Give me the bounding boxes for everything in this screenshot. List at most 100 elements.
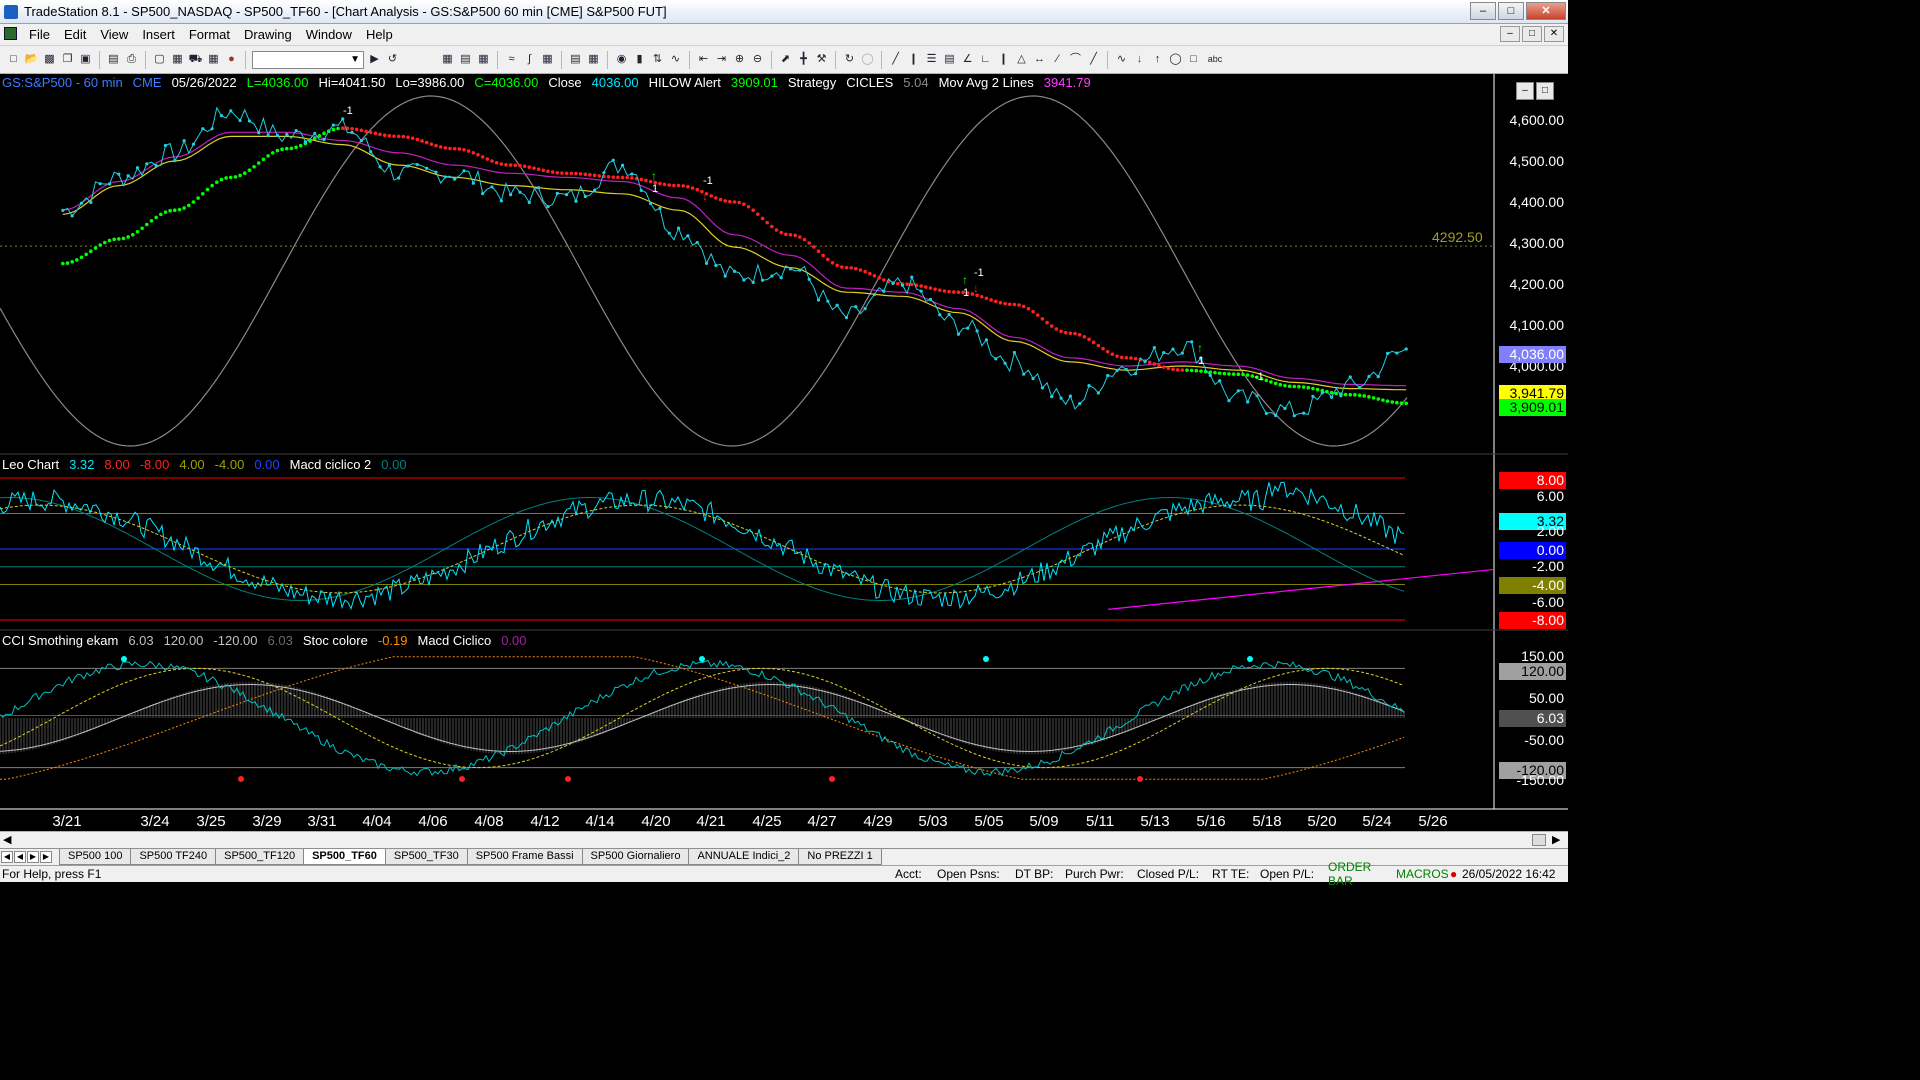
scroll-left-icon[interactable]: ⇤ bbox=[696, 52, 711, 67]
pane-restore-button[interactable]: □ bbox=[1536, 82, 1554, 100]
mdi-close-button[interactable]: ✕ bbox=[1544, 26, 1564, 42]
price-header-item: 05/26/2022 bbox=[171, 75, 237, 90]
chart-canvas[interactable]: -1↓1↑ -1↓-1↓1↑1↑-1↓ bbox=[0, 74, 1568, 831]
globe-icon[interactable]: ● bbox=[224, 52, 239, 67]
menu-view[interactable]: View bbox=[93, 27, 135, 42]
tab-first-icon[interactable]: ◀ bbox=[1, 851, 13, 863]
tab-no-prezzi-1[interactable]: No PREZZI 1 bbox=[798, 849, 882, 865]
indicator-icon[interactable]: ≈ bbox=[504, 52, 519, 67]
pane-minimize-button[interactable]: – bbox=[1516, 82, 1534, 100]
scroll-right-arrow-icon[interactable]: ▶ bbox=[1552, 833, 1560, 846]
menu-window[interactable]: Window bbox=[299, 27, 359, 42]
fan-icon[interactable]: ∠ bbox=[960, 52, 975, 67]
freehand-icon[interactable]: ∿ bbox=[1114, 52, 1129, 67]
cci-header-item: 6.03 bbox=[267, 633, 293, 648]
tab-next-icon[interactable]: ▶ bbox=[27, 851, 39, 863]
folder-icon[interactable]: ▣ bbox=[78, 52, 93, 67]
maximize-button[interactable]: □ bbox=[1498, 2, 1524, 20]
arrow-lr-icon[interactable]: ↔ bbox=[1032, 52, 1047, 67]
tab-prev-icon[interactable]: ◀ bbox=[14, 851, 26, 863]
symbol-combo[interactable]: ▼ bbox=[252, 50, 364, 69]
text-icon[interactable]: abc bbox=[1204, 52, 1226, 67]
radarscreen-icon[interactable]: ▤ bbox=[458, 52, 473, 67]
close-price-dot bbox=[816, 298, 821, 302]
tab-sp500-tf240[interactable]: SP500 TF240 bbox=[130, 849, 217, 865]
menu-insert[interactable]: Insert bbox=[135, 27, 182, 42]
zoom-out-icon[interactable]: ⊖ bbox=[750, 52, 765, 67]
tab-sp500-frame-bassi[interactable]: SP500 Frame Bassi bbox=[466, 849, 583, 865]
ellipse-icon[interactable]: ◯ bbox=[1168, 52, 1183, 67]
scroll-left-arrow-icon[interactable]: ◀ bbox=[3, 833, 11, 846]
window-icon[interactable]: ▢ bbox=[152, 52, 167, 67]
gann-icon[interactable]: ╱ bbox=[1086, 52, 1101, 67]
bar-chart-icon[interactable]: ▮ bbox=[632, 52, 647, 67]
tab-last-icon[interactable]: ▶ bbox=[40, 851, 52, 863]
speed-lines-icon[interactable]: ∟ bbox=[978, 52, 993, 67]
tab-annuale-indici-2[interactable]: ANNUALE Indici_2 bbox=[688, 849, 800, 865]
cci-axis-label: 50.00 bbox=[1528, 690, 1564, 706]
tab-sp500-giornaliero[interactable]: SP500 Giornaliero bbox=[581, 849, 690, 865]
horizontal-lines-icon[interactable]: ☰ bbox=[924, 52, 939, 67]
copy-icon[interactable]: ❐ bbox=[60, 52, 75, 67]
disabled-icon[interactable]: ◯ bbox=[860, 52, 875, 67]
down-arrow-icon[interactable]: ↓ bbox=[1132, 52, 1147, 67]
tab-sp500-tf120[interactable]: SP500_TF120 bbox=[215, 849, 305, 865]
scroll-thumb[interactable] bbox=[1532, 834, 1546, 846]
mdi-restore-button[interactable]: □ bbox=[1522, 26, 1542, 42]
candle-icon[interactable]: ⇅ bbox=[650, 52, 665, 67]
tab-sp500-tf30[interactable]: SP500_TF30 bbox=[384, 849, 468, 865]
save-icon[interactable]: ▩ bbox=[42, 52, 57, 67]
andrews-icon[interactable]: ❙ bbox=[996, 52, 1011, 67]
menu-file[interactable]: File bbox=[22, 27, 57, 42]
chart-window-icon[interactable]: ▦ bbox=[440, 52, 455, 67]
hilow-dot bbox=[154, 215, 158, 220]
menu-format[interactable]: Format bbox=[182, 27, 237, 42]
retracement-icon[interactable]: ▤ bbox=[942, 52, 957, 67]
open-icon[interactable]: 📂 bbox=[24, 52, 39, 67]
date-axis-label: 5/03 bbox=[918, 813, 948, 830]
toolbar-separator bbox=[99, 50, 100, 69]
camera-icon[interactable]: ◉ bbox=[614, 52, 629, 67]
strategy-icon[interactable]: ∫ bbox=[522, 52, 537, 67]
scroll-right-icon[interactable]: ⇥ bbox=[714, 52, 729, 67]
lock-icon[interactable]: ⛟ bbox=[188, 52, 203, 67]
print-icon[interactable]: ⎙ bbox=[124, 52, 139, 67]
menu-drawing[interactable]: Drawing bbox=[237, 27, 299, 42]
zoom-in-icon[interactable]: ⊕ bbox=[732, 52, 747, 67]
tab-sp500-100[interactable]: SP500 100 bbox=[59, 849, 132, 865]
rectangle-icon[interactable]: □ bbox=[1186, 52, 1201, 67]
arc-icon[interactable]: ⌒ bbox=[1068, 52, 1083, 67]
print-preview-icon[interactable]: ▤ bbox=[106, 52, 121, 67]
vertical-lines-icon[interactable]: ❙ bbox=[906, 52, 921, 67]
pointer-icon[interactable]: ⬈ bbox=[778, 52, 793, 67]
close-button[interactable]: ✕ bbox=[1526, 2, 1566, 20]
format-icon[interactable]: ▤ bbox=[568, 52, 583, 67]
crosshair-icon[interactable]: ╋ bbox=[796, 52, 811, 67]
hilow-dot bbox=[1315, 387, 1320, 392]
menu-help[interactable]: Help bbox=[359, 27, 400, 42]
line-chart-icon[interactable]: ∿ bbox=[668, 52, 683, 67]
refresh-icon[interactable]: ↻ bbox=[842, 52, 857, 67]
menu-edit[interactable]: Edit bbox=[57, 27, 93, 42]
hilow-dot bbox=[494, 160, 499, 165]
tab-sp500-tf60[interactable]: SP500_TF60 bbox=[303, 849, 386, 865]
app-menu-icon[interactable] bbox=[0, 26, 22, 43]
status-macros[interactable]: MACROS bbox=[1396, 867, 1450, 881]
analysis-icon[interactable]: ▦ bbox=[540, 52, 555, 67]
matrix-icon[interactable]: ▦ bbox=[476, 52, 491, 67]
status-order-bar[interactable]: ORDER BAR bbox=[1328, 860, 1396, 888]
play-icon[interactable]: ▶ bbox=[367, 52, 382, 67]
mdi-minimize-button[interactable]: – bbox=[1500, 26, 1520, 42]
trendline-icon[interactable]: ╱ bbox=[888, 52, 903, 67]
tools-icon[interactable]: ⚒ bbox=[814, 52, 829, 67]
horizontal-scrollbar[interactable]: ◀ ▶ bbox=[0, 831, 1568, 848]
up-arrow-icon[interactable]: ↑ bbox=[1150, 52, 1165, 67]
new-icon[interactable]: □ bbox=[6, 52, 21, 67]
channel-icon[interactable]: ∕ bbox=[1050, 52, 1065, 67]
data-icon[interactable]: ▦ bbox=[586, 52, 601, 67]
lookup-icon[interactable]: ↺ bbox=[385, 52, 400, 67]
minimize-button[interactable]: – bbox=[1470, 2, 1496, 20]
triangle-icon[interactable]: △ bbox=[1014, 52, 1029, 67]
grid-icon[interactable]: ▦ bbox=[206, 52, 221, 67]
layout-icon[interactable]: ▦ bbox=[170, 52, 185, 67]
